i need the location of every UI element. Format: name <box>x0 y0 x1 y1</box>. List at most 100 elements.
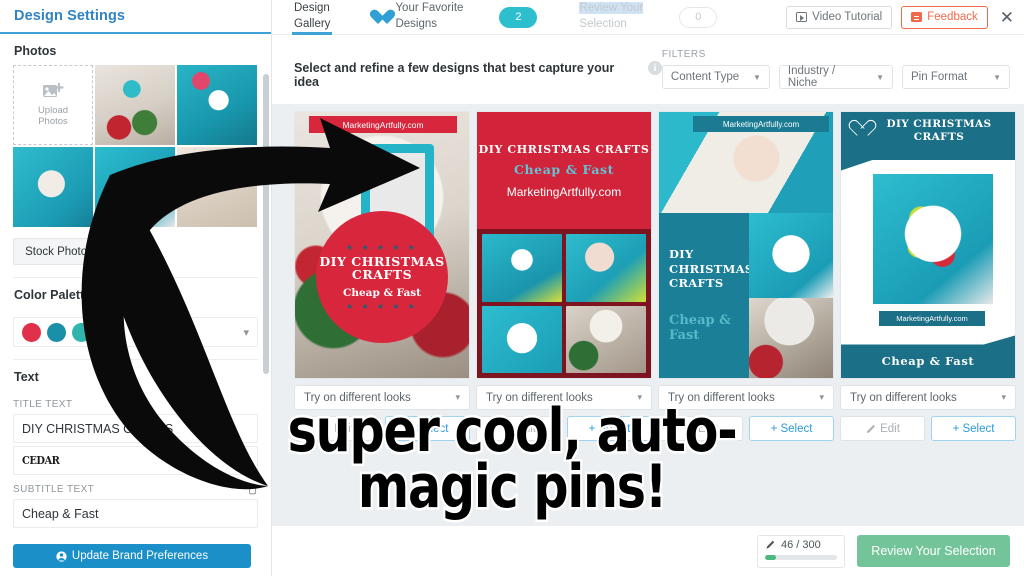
try-different-looks-select-4[interactable]: Try on different looks ▾ <box>840 385 1016 410</box>
try-different-looks-select-3[interactable]: Try on different looks ▾ <box>658 385 834 410</box>
select-button-4[interactable]: + Select <box>931 416 1016 441</box>
design-preview-4[interactable]: DIY CHRISTMAS CRAFTS MarketingArtfully.c… <box>840 111 1016 379</box>
chevron-down-icon: ▾ <box>819 392 824 402</box>
tab-favorite-designs-label: Your Favorite Designs <box>395 2 464 30</box>
comment-icon <box>911 12 923 22</box>
pencil-icon <box>766 540 775 549</box>
upload-photos-button[interactable]: Upload Photos <box>13 65 93 145</box>
edit-label: Edit <box>516 422 536 435</box>
video-tutorial-label: Video Tutorial <box>812 11 883 23</box>
credits-progress-bar <box>765 554 837 560</box>
pencil-icon <box>319 424 329 434</box>
edit-button-3[interactable]: Edit <box>658 416 743 441</box>
filter-content-type[interactable]: Content Type ▼ <box>661 65 770 89</box>
color-swatch-3[interactable] <box>72 322 91 342</box>
close-icon[interactable]: ✕ <box>988 9 1024 26</box>
pin-header-block: DIY CHRISTMAS CRAFTS Cheap & Fast Market… <box>477 112 651 230</box>
color-palette-selector[interactable]: ▾ <box>13 317 258 347</box>
design-preview-3[interactable]: MarketingArtfully.com DIY CHRISTMAS CRAF… <box>658 111 834 379</box>
stock-photos-button[interactable]: Stock Photos <box>13 238 105 265</box>
tab-review-selection-label: Review Your Selection <box>579 2 644 30</box>
chevron-down-icon: ▼ <box>993 72 1002 82</box>
update-brand-preferences-label: Update Brand Preferences <box>71 550 209 562</box>
sidebar-scroll-area[interactable]: Photos Upload Photos Stock Photos Color … <box>0 34 271 576</box>
photo-thumbnail[interactable] <box>95 147 175 227</box>
select-button-2[interactable]: + Select <box>567 416 652 441</box>
feedback-label: Feedback <box>927 11 978 23</box>
tab-review-selection[interactable]: Review Your Selection 0 <box>569 0 727 35</box>
prompt-text: Select and refine a few designs that bes… <box>294 61 615 89</box>
chevron-down-icon: ▾ <box>455 392 460 402</box>
page-title: Design Settings <box>14 8 126 24</box>
review-your-selection-button[interactable]: Review Your Selection <box>857 535 1010 567</box>
title-font-selector[interactable]: CEDAR <box>13 446 258 475</box>
photo-thumbnail[interactable] <box>95 65 175 145</box>
pin-text-badge: ★ ★ ★ ★ ★ DIY CHRISTMAS CRAFTS Cheap & F… <box>316 210 448 343</box>
pin-text-block: DIY CHRISTMAS CRAFTS Cheap & Fast <box>659 213 754 378</box>
design-preview-2[interactable]: DIY CHRISTMAS CRAFTS Cheap & Fast Market… <box>476 111 652 379</box>
design-preview-1[interactable]: MarketingArtfully.com ★ ★ ★ ★ ★ DIY CHRI… <box>294 111 470 379</box>
sidebar-scrollbar[interactable] <box>263 74 269 374</box>
filter-pin-format-label: Pin Format <box>911 71 968 83</box>
color-swatch-4[interactable] <box>97 322 116 342</box>
color-swatch-1[interactable] <box>22 322 41 342</box>
filter-industry-niche[interactable]: Industry / Niche ▼ <box>778 65 894 89</box>
chevron-down-icon: ▾ <box>637 392 642 402</box>
credits-indicator[interactable]: 46 / 300 <box>757 534 845 568</box>
collage-photo <box>566 305 646 373</box>
trash-icon[interactable] <box>247 483 258 495</box>
favorite-designs-count-badge: 2 <box>499 6 538 28</box>
pin-title: DIY CHRISTMAS CRAFTS <box>886 118 992 144</box>
title-text-label-text: TITLE TEXT <box>13 399 73 410</box>
pin-photo-collage <box>477 229 651 378</box>
play-screen-icon <box>796 12 808 22</box>
pin-url-banner: MarketingArtfully.com <box>693 116 829 132</box>
design-gallery-grid: MarketingArtfully.com ★ ★ ★ ★ ★ DIY CHRI… <box>272 104 1024 576</box>
filter-pin-format[interactable]: Pin Format ▼ <box>902 65 1011 89</box>
main-content: Select and refine a few designs that bes… <box>272 35 1024 576</box>
edit-button-4[interactable]: Edit <box>840 416 925 441</box>
info-icon[interactable]: i <box>647 61 662 75</box>
try-different-looks-select-1[interactable]: Try on different looks ▾ <box>294 385 470 410</box>
photo-thumbnail[interactable] <box>13 147 93 227</box>
edit-button-1[interactable]: Edit <box>294 416 379 441</box>
stars-bottom: ★ ★ ★ ★ ★ <box>346 302 418 312</box>
pin-url: MarketingArtfully.com <box>506 184 622 199</box>
pin-subtitle: Cheap & Fast <box>881 354 975 368</box>
tab-favorite-designs[interactable]: Your Favorite Designs 2 <box>360 0 547 35</box>
design-card-row: MarketingArtfully.com ★ ★ ★ ★ ★ DIY CHRI… <box>272 104 1024 441</box>
photo-thumbnail[interactable] <box>177 147 257 227</box>
subtitle-text-input[interactable]: Cheap & Fast <box>13 499 258 528</box>
color-swatch-2[interactable] <box>47 322 66 342</box>
video-tutorial-button[interactable]: Video Tutorial <box>786 5 893 29</box>
filters-label: FILTERS <box>661 49 706 60</box>
filter-content-type-label: Content Type <box>670 71 740 83</box>
try-different-looks-select-2[interactable]: Try on different looks ▾ <box>476 385 652 410</box>
edit-button-2[interactable]: Edit <box>476 416 561 441</box>
credits-count-row: 46 / 300 <box>765 539 837 551</box>
feedback-button[interactable]: Feedback <box>901 5 988 29</box>
collage-photo <box>482 305 562 373</box>
edit-label: Edit <box>880 422 900 435</box>
heart-outline-icon <box>849 120 866 136</box>
pin-url-banner: MarketingArtfully.com <box>879 311 985 326</box>
tab-design-gallery[interactable]: Design Gallery <box>284 0 340 35</box>
collage-photo <box>482 234 562 302</box>
design-card: MarketingArtfully.com DIY CHRISTMAS CRAF… <box>658 111 834 441</box>
try-different-looks-label: Try on different looks <box>304 391 411 404</box>
app-root: Design Settings Photos Upload Photos Sto… <box>0 0 1024 576</box>
update-brand-preferences-button[interactable]: Update Brand Preferences <box>13 544 251 568</box>
top-navigation-bar: Design Gallery Your Favorite Designs 2 Rev… <box>272 0 1024 35</box>
subtitle-text-label-text: SUBTITLE TEXT <box>13 483 95 495</box>
pin-title: DIY CHRISTMAS CRAFTS <box>669 247 754 291</box>
select-button-1[interactable]: + Select <box>385 416 470 441</box>
collage-photo <box>749 298 833 378</box>
photo-thumbnail[interactable] <box>177 65 257 145</box>
select-button-3[interactable]: + Select <box>749 416 834 441</box>
title-text-input[interactable]: DIY CHRISTMAS CRAFTS <box>13 414 258 443</box>
try-different-looks-label: Try on different looks <box>850 391 957 404</box>
try-different-looks-label: Try on different looks <box>486 391 593 404</box>
pencil-icon <box>501 424 511 434</box>
credits-count: 46 / 300 <box>781 538 821 551</box>
image-plus-icon <box>43 82 64 97</box>
